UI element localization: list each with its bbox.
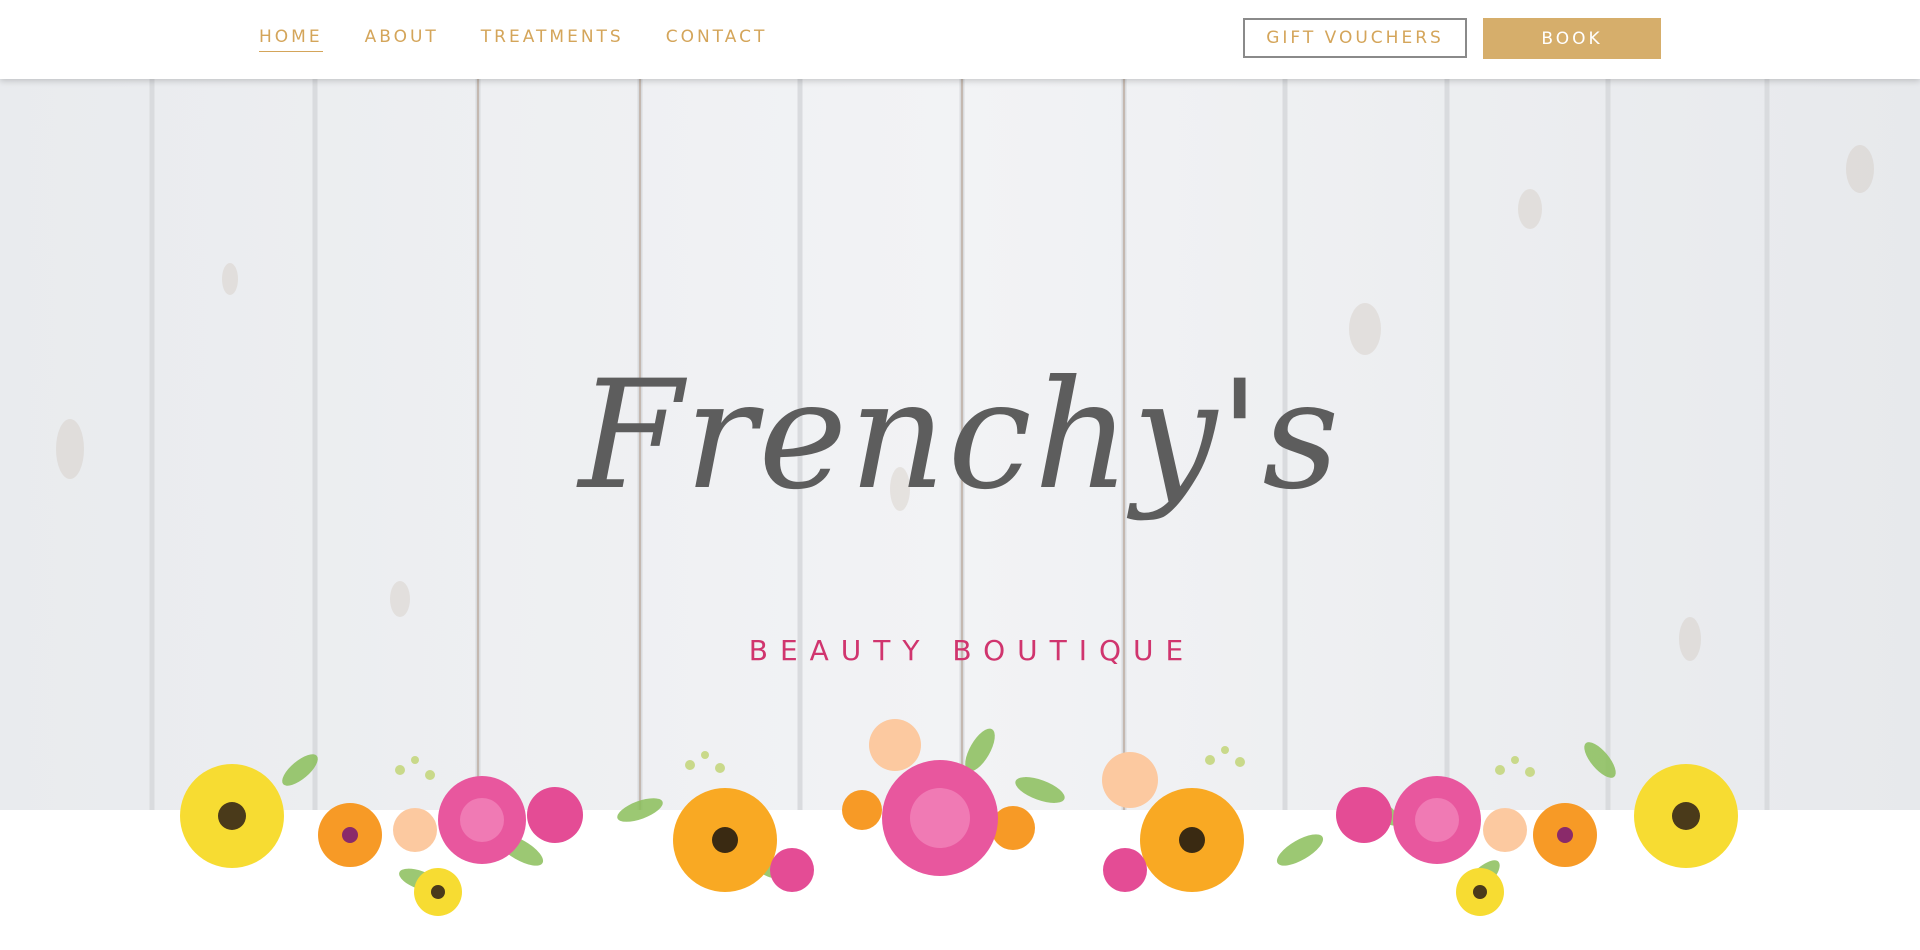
top-navigation-bar: HOME ABOUT TREATMENTS CONTACT GIFT VOUCH… — [0, 0, 1920, 79]
main-nav: HOME ABOUT TREATMENTS CONTACT — [259, 27, 809, 52]
nav-about[interactable]: ABOUT — [365, 27, 439, 52]
nav-treatments[interactable]: TREATMENTS — [481, 27, 624, 52]
gift-vouchers-button[interactable]: GIFT VOUCHERS — [1243, 18, 1467, 58]
nav-home[interactable]: HOME — [259, 27, 323, 52]
floral-garland-decoration — [180, 719, 1738, 916]
book-button[interactable]: BOOK — [1483, 18, 1661, 59]
nav-contact[interactable]: CONTACT — [666, 27, 768, 52]
logo-script-text: Frenchy's — [578, 349, 1342, 523]
logo-subtitle: BEAUTY BOUTIQUE — [748, 634, 1196, 667]
